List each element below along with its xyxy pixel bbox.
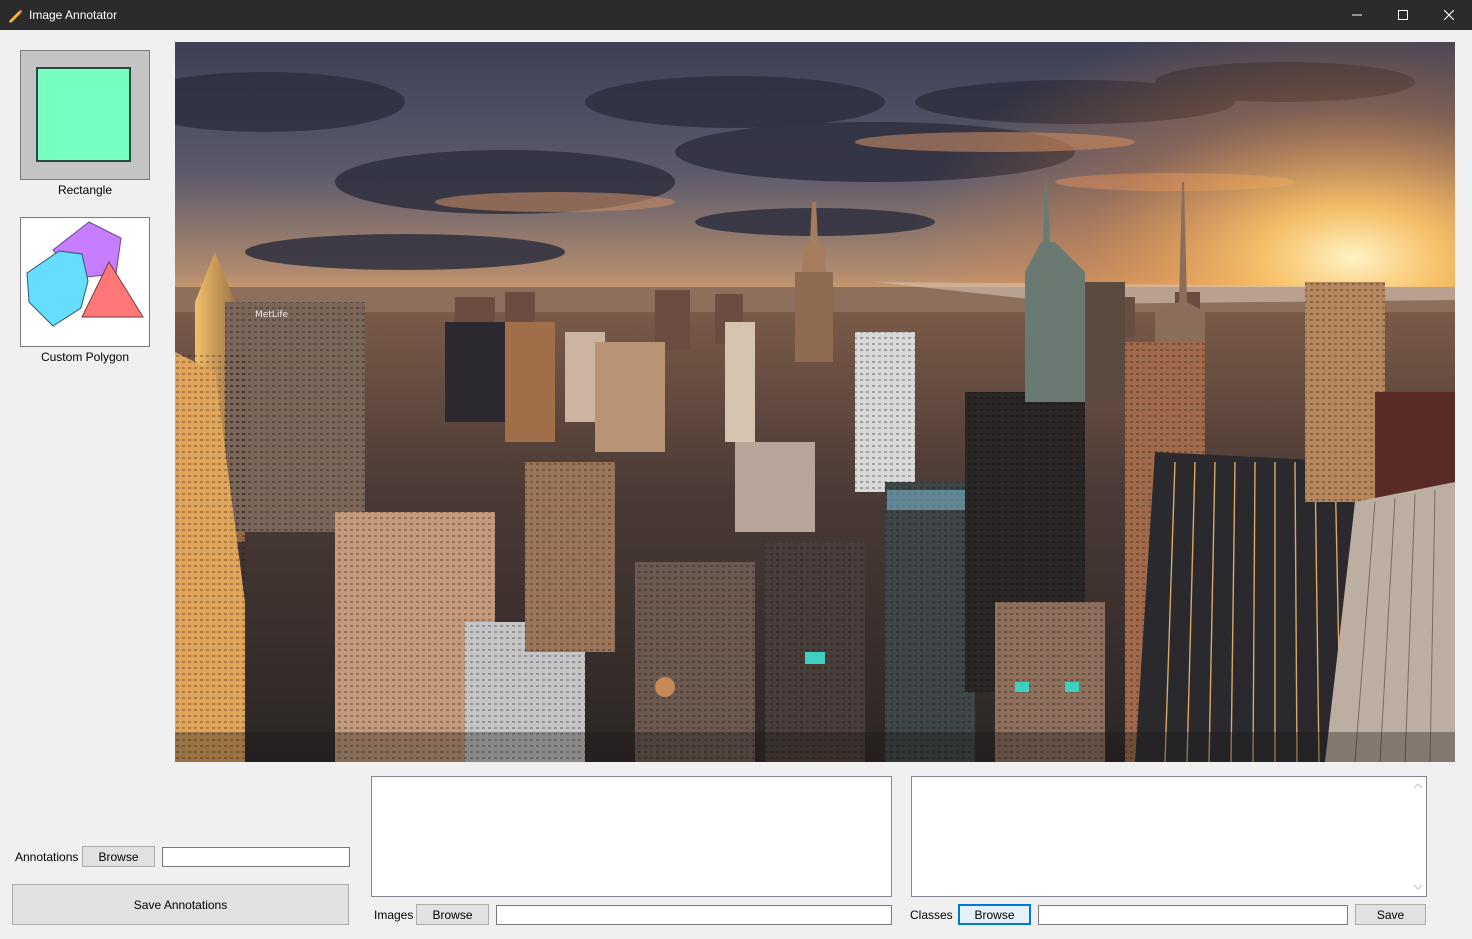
annotations-browse-button[interactable]: Browse	[82, 846, 155, 867]
images-browse-button[interactable]: Browse	[416, 904, 489, 925]
scroll-down-icon[interactable]	[1409, 879, 1426, 896]
classes-scrollbar[interactable]	[1409, 777, 1426, 896]
svg-text:MetLife: MetLife	[255, 310, 289, 320]
image-canvas[interactable]: MetLife	[175, 42, 1455, 762]
classes-browse-button[interactable]: Browse	[958, 904, 1031, 925]
title-bar: Image Annotator	[0, 0, 1472, 30]
annotations-path-field[interactable]	[162, 847, 350, 867]
images-list[interactable]	[371, 776, 892, 897]
rectangle-tool-button[interactable]	[20, 50, 150, 180]
close-icon	[1444, 10, 1454, 20]
polygon-icon	[26, 221, 144, 327]
images-path-field[interactable]	[496, 905, 892, 925]
save-classes-button[interactable]: Save	[1355, 904, 1426, 925]
classes-path-field[interactable]	[1038, 905, 1348, 925]
close-button[interactable]	[1426, 0, 1472, 30]
save-annotations-button[interactable]: Save Annotations	[12, 884, 349, 925]
minimize-button[interactable]	[1334, 0, 1380, 30]
minimize-icon	[1352, 14, 1362, 16]
scroll-up-icon[interactable]	[1409, 777, 1426, 794]
city-skyline-image: MetLife	[175, 42, 1455, 762]
images-label: Images	[374, 908, 414, 922]
window-title: Image Annotator	[29, 8, 118, 22]
classes-list[interactable]	[911, 776, 1427, 897]
rectangle-tool-label: Rectangle	[57, 183, 113, 197]
pencil-icon	[9, 9, 23, 23]
rectangle-icon	[36, 67, 131, 162]
polygon-tool-label: Custom Polygon	[40, 350, 130, 364]
maximize-button[interactable]	[1380, 0, 1426, 30]
polygon-tool-button[interactable]	[20, 217, 150, 347]
maximize-icon	[1398, 10, 1408, 20]
annotations-label: Annotations	[15, 850, 79, 864]
classes-label: Classes	[910, 908, 953, 922]
